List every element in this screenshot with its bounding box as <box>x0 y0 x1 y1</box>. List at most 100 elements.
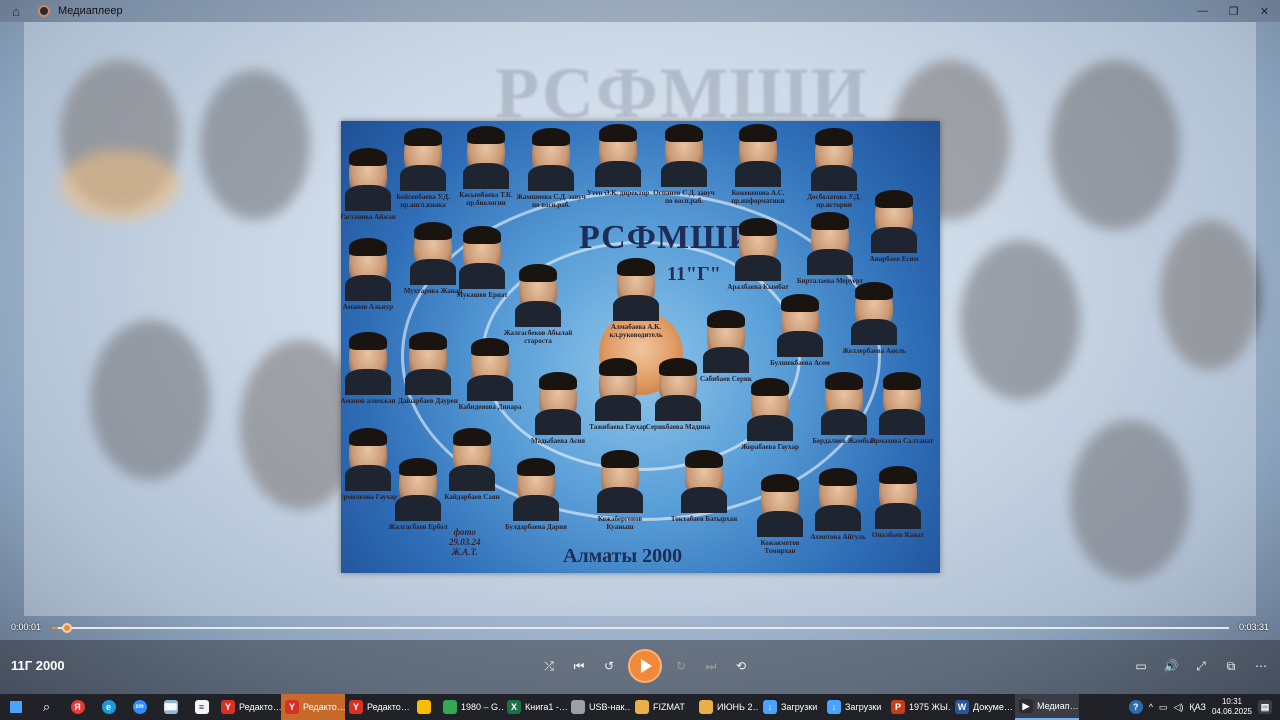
seek-track[interactable] <box>52 623 1229 633</box>
restore-button[interactable]: ❐ <box>1218 0 1249 22</box>
system-tray: ? ^ ▭ ◁) ҚАЗ 10:31 04.06.2025 ▤ <box>1128 694 1280 720</box>
taskbar-app-icon: Y <box>349 700 363 714</box>
portrait-caption: Ермахова Салтанат <box>870 437 934 445</box>
portrait <box>535 372 581 435</box>
taskbar-app-icon: P <box>891 700 905 714</box>
portrait <box>597 450 643 513</box>
media-title: 11Г 2000 <box>11 658 65 673</box>
photo-class-label: 11"Г" <box>667 263 721 285</box>
media-player-app-icon <box>38 5 50 17</box>
portrait <box>661 124 707 187</box>
portrait <box>595 124 641 187</box>
portrait <box>735 218 781 281</box>
portrait <box>449 428 495 491</box>
taskbar-app-label: Редакто… <box>239 702 281 712</box>
language-indicator[interactable]: ҚАЗ <box>1189 702 1206 712</box>
portrait <box>595 358 641 421</box>
portrait-caption: Кабиденова Динара <box>458 403 522 411</box>
taskbar-app[interactable]: W Докуме… <box>951 694 1015 720</box>
portrait <box>821 372 867 435</box>
portrait <box>345 428 391 491</box>
taskbar-app-icon <box>443 700 457 714</box>
minimize-button[interactable]: — <box>1187 0 1218 22</box>
photo-city-year: Алматы 2000 <box>563 545 683 567</box>
taskbar-app[interactable]: ▶ Медиап… <box>1015 694 1079 720</box>
portrait <box>345 238 391 301</box>
seek-progress <box>52 627 58 629</box>
rewind-10-icon[interactable]: ↺ <box>596 648 622 684</box>
windows-icon <box>9 701 22 713</box>
taskbar-app[interactable]: ИЮНЬ 2… <box>695 694 759 720</box>
seek-thumb[interactable] <box>62 623 73 633</box>
fullscreen-icon[interactable]: ⤢ <box>1188 648 1214 684</box>
close-button[interactable]: ✕ <box>1249 0 1280 22</box>
taskbar-app-label: ИЮНЬ 2… <box>717 702 759 712</box>
tray-chevron-icon[interactable]: ^ <box>1149 702 1153 712</box>
taskbar-app[interactable]: P 1975 ЖЫ… <box>887 694 951 720</box>
cast-icon[interactable]: ⧉ <box>1218 648 1244 684</box>
speaker-icon[interactable]: ◁) <box>1173 702 1183 713</box>
portrait-caption: Ермолкова Гаухар <box>341 493 398 501</box>
network-icon[interactable]: ▭ <box>1159 702 1168 713</box>
taskbar-app[interactable]: FIZMAT <box>631 694 695 720</box>
portrait <box>811 128 857 191</box>
portrait-caption: Оспанов С.Д. завуч по восп.раб. <box>653 189 715 205</box>
portrait <box>879 372 925 435</box>
search-icon[interactable]: ⌕ <box>31 694 62 720</box>
portrait <box>459 226 505 289</box>
portrait-caption: Оналбаев Канат <box>872 531 924 539</box>
start-button[interactable] <box>0 694 31 720</box>
portrait <box>345 332 391 395</box>
taskbar-app-label: Книга1 -… <box>525 702 567 712</box>
portrait-caption: Касымбаева Т.К. пр.биологии <box>459 191 513 207</box>
clock[interactable]: 10:31 04.06.2025 <box>1212 697 1252 717</box>
portrait-caption: Кайдарбаев Саян <box>444 493 500 501</box>
taskbar-app[interactable]: Y Редакто… <box>217 694 281 720</box>
play-button[interactable] <box>628 649 662 683</box>
time-total: 0:03:31 <box>1238 622 1269 632</box>
portrait-caption: Кожекенова А.С. пр.информатики <box>731 189 785 205</box>
photo-date-stamp: фото 29.03.24 Ж.А.Т. <box>449 527 481 557</box>
taskbar-app[interactable]: X Книга1 -… <box>503 694 567 720</box>
zoom-icon[interactable]: zm <box>124 694 155 720</box>
taskbar-app-label: 1975 ЖЫ… <box>909 702 951 712</box>
edge-icon[interactable]: e <box>93 694 124 720</box>
taskbar-app[interactable]: USB-нак… <box>567 694 631 720</box>
portrait-caption: Аманов Альнур <box>342 303 394 311</box>
taskbar-app[interactable]: Y Редакто… <box>281 694 345 720</box>
taskbar-app[interactable] <box>409 694 439 720</box>
miniplayer-icon[interactable]: ▭ <box>1128 648 1154 684</box>
notes-icon[interactable]: ≡ <box>186 694 217 720</box>
taskbar-app-icon: Y <box>221 700 235 714</box>
taskbar-app-label: Редакто… <box>367 702 409 712</box>
shuffle-icon[interactable]: ⤮ <box>536 648 562 684</box>
taskbar-app[interactable]: Y Редакто… <box>345 694 409 720</box>
taskbar-app-icon <box>417 700 431 714</box>
portrait <box>851 282 897 345</box>
portrait-caption: Жорабаева Гаухар <box>741 443 799 451</box>
taskbar-app-label: Редакто… <box>303 702 345 712</box>
portrait-caption: Бирталаева Меруерт <box>796 277 864 285</box>
home-icon[interactable]: ⌂ <box>0 0 32 22</box>
next-icon[interactable]: ⏭ <box>698 648 724 684</box>
previous-icon[interactable]: ⏮ <box>566 648 592 684</box>
notifications-icon[interactable]: ▤ <box>1258 700 1272 714</box>
help-icon[interactable]: ? <box>1128 700 1143 714</box>
taskbar-app[interactable]: ↓ Загрузки <box>759 694 823 720</box>
portrait-caption: Жалгасбеков Абылай староста <box>503 329 573 345</box>
volume-icon[interactable]: 🔊 <box>1158 648 1184 684</box>
more-icon[interactable]: ⋯ <box>1248 648 1274 684</box>
repeat-off-icon[interactable]: ⟲ <box>728 648 754 684</box>
taskbar-app[interactable]: 1980 – G… <box>439 694 503 720</box>
portrait-caption: Гастанова Айжан <box>341 213 396 221</box>
portrait <box>405 332 451 395</box>
taskbar-app[interactable]: ↓ Загрузки <box>823 694 887 720</box>
photo-school-title: РСФМШИ <box>579 219 756 256</box>
portrait <box>467 338 513 401</box>
keyboard-icon[interactable]: ⌨ <box>155 694 186 720</box>
portrait <box>463 126 509 189</box>
portrait-caption: Сабибаев Серик <box>700 375 752 383</box>
yandex-browser-icon[interactable]: Я <box>62 694 93 720</box>
portrait-caption: Токтабаев Батырхан <box>670 515 738 523</box>
forward-30-icon[interactable]: ↻ <box>668 648 694 684</box>
